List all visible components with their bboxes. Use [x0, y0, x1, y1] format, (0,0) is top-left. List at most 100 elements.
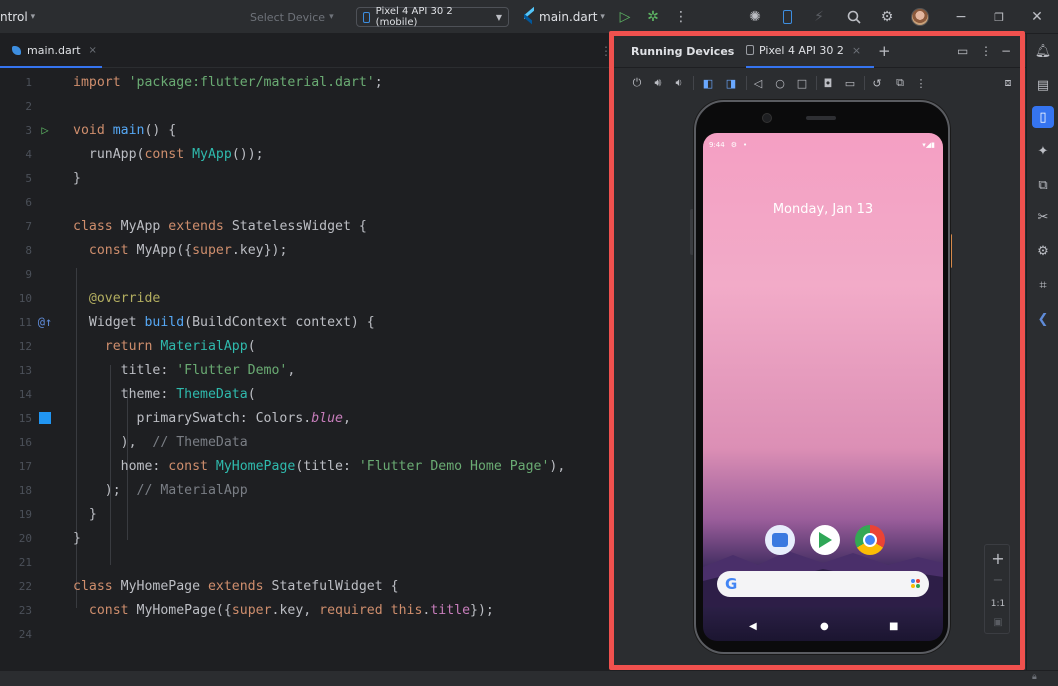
line-number: 4 — [25, 147, 32, 161]
gemini-button[interactable]: ✦ — [1032, 140, 1054, 162]
signal-battery-icons: ▾◢▮ — [922, 141, 935, 149]
overview-button[interactable]: □ — [791, 70, 813, 96]
notifications-button[interactable]: 🔔︎ — [1032, 40, 1054, 62]
power-icon: ⏻ — [632, 76, 642, 89]
device-screen[interactable]: 9:44 ⚙ • ▾◢▮ Monday, Jan 13 G ◀ ● ■ — [703, 133, 943, 641]
override-gutter-button[interactable]: @↑ — [36, 315, 54, 329]
chevron-down-icon: ▼ — [495, 12, 502, 22]
code-text: ), // ThemeData — [73, 434, 248, 450]
attach-debugger-button[interactable]: ✺ — [742, 0, 768, 34]
zoom-out-button[interactable]: − — [985, 573, 1011, 588]
zoom-fit-button[interactable]: ▣ — [985, 617, 1011, 628]
flutter-inspector-button[interactable]: ✂ — [1032, 206, 1054, 228]
minimize-window-button[interactable]: − — [948, 0, 974, 34]
close-icon: ✕ — [1031, 9, 1043, 25]
close-tab-icon[interactable]: × — [852, 44, 861, 57]
zoom-in-button[interactable]: + — [985, 549, 1011, 568]
google-search-bar[interactable]: G — [717, 571, 929, 597]
restore-icon: ❐ — [994, 10, 1004, 24]
device-selector[interactable]: Pixel 4 API 30 2 (mobile) ▼ — [356, 6, 509, 28]
add-device-button[interactable]: + — [878, 34, 891, 68]
back-button[interactable]: ◁ — [747, 70, 769, 96]
select-device-dropdown[interactable]: Select Device ▾ — [250, 0, 334, 34]
volume-down-button[interactable]: 🔉︎ — [668, 70, 690, 96]
code-text: Widget build(BuildContext context) { — [73, 314, 375, 330]
settings-button[interactable]: ⚙ — [874, 0, 900, 34]
tab-main-dart[interactable]: main.dart × — [0, 34, 102, 68]
line-number: 6 — [25, 195, 32, 209]
rotate-right-button[interactable]: ◨ — [720, 70, 742, 96]
snapshot-button[interactable]: ↺ — [866, 70, 888, 96]
panel-header: Running Devices Pixel 4 API 30 2 × + ▭ ⋮… — [614, 34, 1026, 68]
rotate-left-button[interactable]: ◧ — [697, 70, 719, 96]
code-text: } — [73, 530, 81, 546]
device-manager-button[interactable] — [774, 0, 800, 34]
tab-running-device[interactable]: Pixel 4 API 30 2 × — [746, 34, 874, 68]
clock-text: 9:44 — [709, 141, 725, 149]
chrome-app-icon[interactable] — [855, 525, 885, 555]
code-line: 14 theme: ThemeData( — [0, 382, 614, 406]
assistant-mic-icon[interactable] — [911, 579, 920, 589]
debug-button[interactable]: ✲ — [640, 0, 666, 34]
account-button[interactable] — [907, 0, 933, 34]
hot-reload-button[interactable]: ⚡ — [806, 0, 832, 34]
play-store-app-icon[interactable] — [810, 525, 840, 555]
power-button[interactable]: ⏻ — [626, 70, 648, 96]
zoom-actual-size-button[interactable]: 1:1 — [985, 599, 1011, 609]
extended-controls-button[interactable]: ⧈ — [997, 70, 1019, 96]
nav-home-button[interactable]: ● — [820, 621, 829, 632]
more-vertical-icon: ⋮ — [915, 76, 927, 90]
volume-up-button[interactable]: 🔊︎ — [647, 70, 669, 96]
line-number: 14 — [18, 387, 32, 401]
code-line: 1 import 'package:flutter/material.dart'… — [0, 70, 614, 94]
nav-back-button[interactable]: ◀ — [749, 621, 757, 632]
panel-options-button[interactable]: ⋮ — [980, 34, 992, 68]
screen-record-button[interactable]: ▭ — [839, 70, 861, 96]
home-icon: ○ — [775, 76, 785, 90]
code-text: runApp(const MyApp()); — [73, 146, 264, 162]
run-config-label: main.dart — [539, 10, 598, 24]
close-tab-icon[interactable]: × — [89, 45, 97, 56]
code-line: 15 primarySwatch: Colors.blue, — [0, 406, 614, 430]
emulator-more-button[interactable]: ⋮ — [910, 70, 932, 96]
window-layout-button[interactable]: ▭ — [957, 34, 968, 68]
tab-options-button[interactable]: ⋮ — [600, 34, 612, 68]
code-line: 11 @↑ Widget build(BuildContext context)… — [0, 310, 614, 334]
overview-icon: □ — [796, 76, 808, 90]
status-bar: 9:44 ⚙ • — [709, 141, 747, 149]
performance-button[interactable]: ⚙ — [1032, 240, 1054, 262]
code-text: @override — [88, 290, 161, 306]
device-mirroring-button[interactable]: ⧉ — [889, 70, 911, 96]
line-number: 2 — [25, 99, 32, 113]
messages-app-icon[interactable] — [765, 525, 795, 555]
line-number: 15 — [18, 411, 32, 425]
project-selector[interactable]: ntrol ▾ — [0, 0, 35, 34]
run-gutter-button[interactable]: ▷ — [36, 123, 54, 137]
close-window-button[interactable]: ✕ — [1024, 0, 1050, 34]
code-line: 6 — [0, 190, 614, 214]
mirror-icon: ⧉ — [896, 76, 904, 89]
run-double-arrow-icon: ▷ — [41, 123, 49, 137]
restore-window-button[interactable]: ❐ — [986, 0, 1012, 34]
flutter-outline-button[interactable]: ❮ — [1032, 308, 1054, 330]
layout-inspector-button[interactable]: ⌗ — [1032, 274, 1054, 296]
home-button[interactable]: ○ — [769, 70, 791, 96]
code-text: const MyHomePage({super.key, required th… — [88, 602, 494, 618]
nav-recents-button[interactable]: ■ — [889, 621, 898, 632]
running-devices-button[interactable]: ▯ — [1032, 106, 1054, 128]
screenshot-button[interactable]: ◘ — [817, 70, 839, 96]
editor-tab-bar: main.dart × ⋮ — [0, 34, 614, 68]
run-configuration-selector[interactable]: main.dart ▾ — [522, 0, 605, 34]
device-file-explorer-button[interactable]: ▤ — [1032, 74, 1054, 96]
hide-panel-button[interactable]: − — [1001, 34, 1011, 68]
code-line: 24 — [0, 622, 614, 646]
code-area[interactable]: 1 import 'package:flutter/material.dart'… — [0, 70, 614, 686]
color-gutter-button[interactable] — [36, 412, 54, 424]
rotate-left-icon: ◧ — [702, 76, 714, 90]
device-manager-button[interactable]: ⧉ — [1032, 174, 1054, 196]
more-actions-button[interactable]: ⋮ — [668, 0, 694, 34]
run-button[interactable]: ▷ — [612, 0, 638, 34]
device-tab-label: Pixel 4 API 30 2 — [759, 43, 844, 57]
lock-icon[interactable]: 🔒︎ — [1032, 672, 1037, 682]
search-button[interactable] — [841, 0, 867, 34]
